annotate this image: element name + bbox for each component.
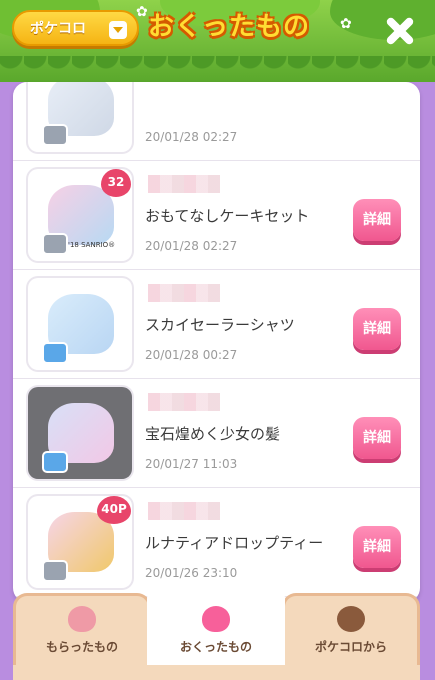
item-name: スカイセーラーシャツ bbox=[145, 316, 295, 334]
detail-button[interactable]: 詳細 bbox=[353, 199, 401, 241]
clothing-icon bbox=[42, 451, 68, 473]
list-item: スカイセーラーシャツ 20/01/28 00:27 詳細 bbox=[13, 270, 420, 379]
pokecolo-avatar-icon bbox=[337, 606, 365, 632]
sparkle-icon: ✿ bbox=[136, 4, 148, 20]
account-dropdown[interactable]: ポケコロ bbox=[12, 10, 139, 46]
tab-sent[interactable]: おくったもの bbox=[147, 585, 285, 665]
clothing-icon bbox=[42, 342, 68, 364]
tab-label: おくったもの bbox=[179, 640, 252, 654]
sent-gift-icon bbox=[202, 606, 230, 632]
price-badge: 40P bbox=[97, 496, 131, 524]
recipient-name-blurred bbox=[148, 175, 220, 193]
chevron-down-icon bbox=[109, 21, 127, 39]
list-item: 20/01/28 02:27 bbox=[13, 82, 420, 161]
list-item: 宝石煌めく少女の髪 20/01/27 11:03 詳細 bbox=[13, 379, 420, 488]
item-thumbnail bbox=[28, 278, 132, 370]
item-thumbnail bbox=[28, 82, 132, 152]
sent-items-list: 20/01/28 02:27 ©'76,'18 SANRIO® 32 おもてなし… bbox=[13, 82, 420, 602]
tab-received[interactable]: もらったもの bbox=[13, 593, 151, 665]
close-icon[interactable] bbox=[383, 14, 417, 48]
tab-label: ポケコロから bbox=[314, 640, 387, 654]
recipient-name-blurred bbox=[148, 393, 220, 411]
item-date: 20/01/26 23:10 bbox=[145, 566, 238, 580]
sparkle-icon: ✿ bbox=[340, 16, 352, 32]
account-dropdown-label: ポケコロ bbox=[30, 21, 86, 37]
gift-box-icon bbox=[42, 560, 68, 582]
detail-button[interactable]: 詳細 bbox=[353, 308, 401, 350]
item-date: 20/01/27 11:03 bbox=[145, 457, 238, 471]
page-title: おくったもの bbox=[148, 12, 311, 42]
price-badge: 32 bbox=[101, 169, 131, 197]
list-item: ©'76,'18 SANRIO® 32 おもてなしケーキセット 20/01/28… bbox=[13, 161, 420, 270]
tab-from-pokecolo[interactable]: ポケコロから bbox=[282, 593, 420, 665]
bottom-tab-bar: もらったもの おくったもの ポケコロから bbox=[13, 585, 420, 665]
header-bar: ポケコロ ✿ おくったもの ✿ bbox=[0, 0, 435, 82]
item-date: 20/01/28 02:27 bbox=[145, 130, 238, 144]
gift-box-icon bbox=[42, 124, 68, 146]
item-name: ルナティアドロップティー bbox=[145, 534, 324, 552]
received-gift-icon bbox=[68, 606, 96, 632]
item-thumbnail bbox=[28, 387, 132, 479]
item-name: 宝石煌めく少女の髪 bbox=[145, 425, 281, 443]
item-date: 20/01/28 00:27 bbox=[145, 348, 238, 362]
tab-label: もらったもの bbox=[45, 640, 118, 654]
recipient-name-blurred bbox=[148, 502, 220, 520]
detail-button[interactable]: 詳細 bbox=[353, 526, 401, 568]
item-date: 20/01/28 02:27 bbox=[145, 239, 238, 253]
item-name: おもてなしケーキセット bbox=[145, 207, 310, 225]
gift-box-icon bbox=[42, 233, 68, 255]
list-item: 40P ルナティアドロップティー 20/01/26 23:10 詳細 bbox=[13, 488, 420, 597]
detail-button[interactable]: 詳細 bbox=[353, 417, 401, 459]
grass-decoration bbox=[0, 56, 435, 82]
recipient-name-blurred bbox=[148, 284, 220, 302]
sent-items-list-panel[interactable]: 20/01/28 02:27 ©'76,'18 SANRIO® 32 おもてなし… bbox=[13, 82, 420, 602]
